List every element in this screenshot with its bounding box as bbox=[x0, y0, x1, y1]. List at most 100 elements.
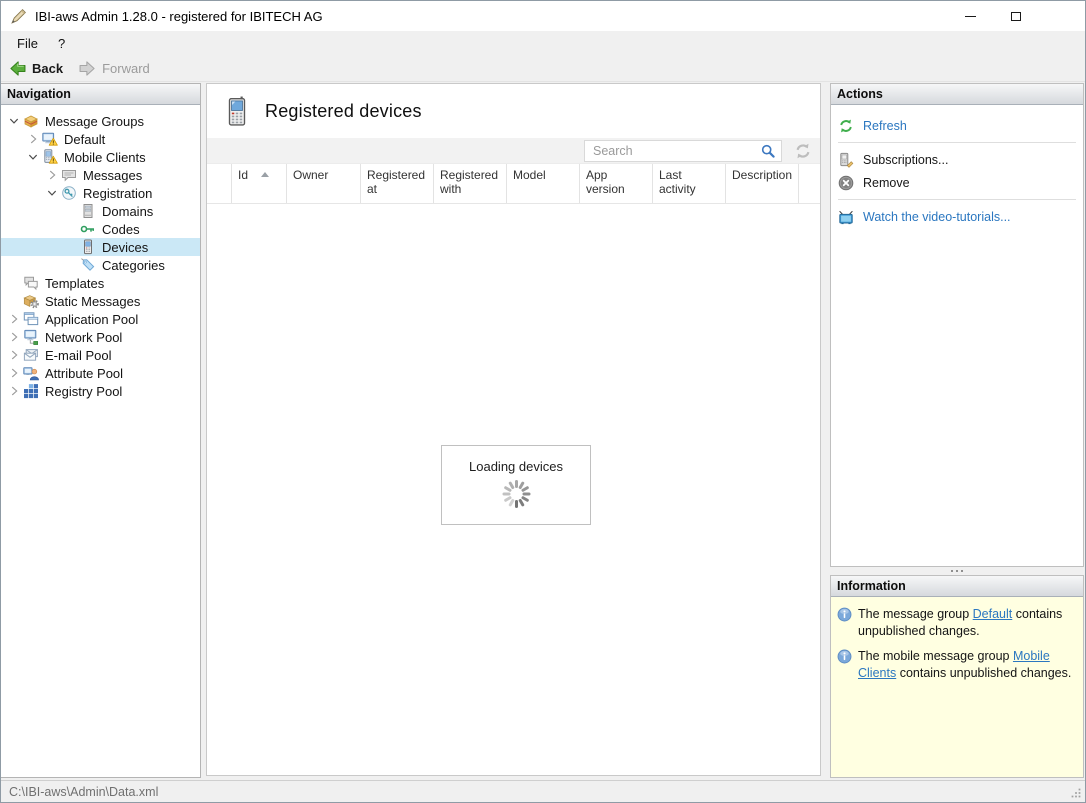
minimize-icon bbox=[965, 16, 976, 17]
templates-icon bbox=[23, 275, 40, 291]
tree-item-e-mail-pool[interactable]: E-mail Pool bbox=[1, 346, 200, 364]
column-header-registered-with[interactable]: Registered with bbox=[434, 164, 507, 203]
monitor-warning-icon bbox=[42, 131, 59, 147]
workspace: Navigation Message GroupsDefaultMobile C… bbox=[1, 83, 1085, 780]
column-header-label: Model bbox=[513, 168, 546, 182]
tree-item-registration[interactable]: Registration bbox=[1, 184, 200, 202]
categories-icon bbox=[80, 257, 97, 273]
refresh-grid-icon[interactable] bbox=[794, 142, 812, 160]
column-header-label: Id bbox=[238, 168, 248, 182]
information-list: The message group Default contains unpub… bbox=[831, 597, 1083, 777]
tree-item-mobile-clients[interactable]: Mobile Clients bbox=[1, 148, 200, 166]
search-input[interactable] bbox=[585, 144, 760, 158]
expander-collapsed-icon[interactable] bbox=[4, 383, 23, 399]
info-text: The mobile message group bbox=[858, 649, 1013, 663]
expander-collapsed-icon[interactable] bbox=[23, 131, 42, 147]
tree-item-network-pool[interactable]: Network Pool bbox=[1, 328, 200, 346]
action-label: Refresh bbox=[863, 119, 907, 133]
registry-pool-icon bbox=[23, 383, 40, 399]
expander-collapsed-icon[interactable] bbox=[4, 365, 23, 381]
remove-icon bbox=[838, 175, 854, 191]
forward-button[interactable]: Forward bbox=[79, 60, 150, 77]
column-header-id[interactable]: Id bbox=[232, 164, 287, 203]
navigation-tree: Message GroupsDefaultMobile ClientsMessa… bbox=[1, 105, 200, 777]
info-message-text: The mobile message group Mobile Clients … bbox=[858, 648, 1075, 681]
expander-expanded-icon[interactable] bbox=[4, 113, 23, 129]
panel-splitter[interactable] bbox=[830, 567, 1084, 575]
grid-toolbar bbox=[207, 138, 820, 164]
column-header-label: Last activity bbox=[659, 168, 719, 197]
tree-item-message-groups[interactable]: Message Groups bbox=[1, 112, 200, 130]
expander-expanded-icon[interactable] bbox=[23, 149, 42, 165]
column-header-app-version[interactable]: App version bbox=[580, 164, 653, 203]
action-refresh[interactable]: Refresh bbox=[831, 114, 1083, 137]
tree-item-default[interactable]: Default bbox=[1, 130, 200, 148]
tree-item-attribute-pool[interactable]: Attribute Pool bbox=[1, 364, 200, 382]
tree-item-label: Categories bbox=[102, 258, 165, 273]
minimize-button[interactable] bbox=[947, 1, 993, 31]
window-title: IBI-aws Admin 1.28.0 - registered for IB… bbox=[35, 9, 323, 24]
tree-item-application-pool[interactable]: Application Pool bbox=[1, 310, 200, 328]
tree-item-domains[interactable]: Domains bbox=[1, 202, 200, 220]
expander-collapsed-icon[interactable] bbox=[4, 311, 23, 327]
card-header: Registered devices bbox=[207, 84, 820, 138]
action-subscriptions[interactable]: Subscriptions... bbox=[831, 148, 1083, 171]
tree-item-label: Application Pool bbox=[45, 312, 138, 327]
column-header-label: App version bbox=[586, 168, 646, 197]
tree-item-label: Devices bbox=[102, 240, 148, 255]
tree-item-codes[interactable]: Codes bbox=[1, 220, 200, 238]
expander-expanded-icon[interactable] bbox=[42, 185, 61, 201]
column-header-label: Owner bbox=[293, 168, 328, 182]
forward-icon bbox=[79, 60, 96, 77]
expander-collapsed-icon[interactable] bbox=[4, 347, 23, 363]
loading-spinner-icon bbox=[500, 478, 532, 510]
action-remove[interactable]: Remove bbox=[831, 171, 1083, 194]
tree-item-registry-pool[interactable]: Registry Pool bbox=[1, 382, 200, 400]
domains-icon bbox=[80, 203, 97, 219]
tree-item-label: Message Groups bbox=[45, 114, 144, 129]
resize-grip-icon[interactable] bbox=[1069, 786, 1083, 800]
navigation-panel: Navigation Message GroupsDefaultMobile C… bbox=[1, 83, 201, 778]
expander-collapsed-icon[interactable] bbox=[42, 167, 61, 183]
mobile-phone-icon bbox=[226, 96, 248, 126]
action-label: Subscriptions... bbox=[863, 153, 948, 167]
title-bar: IBI-aws Admin 1.28.0 - registered for IB… bbox=[1, 1, 1085, 31]
tree-item-label: Registry Pool bbox=[45, 384, 122, 399]
subscriptions-icon bbox=[838, 152, 854, 168]
expander-spacer bbox=[4, 293, 23, 309]
pen-app-icon bbox=[10, 8, 27, 25]
tree-item-devices[interactable]: Devices bbox=[1, 238, 200, 256]
back-button[interactable]: Back bbox=[9, 60, 63, 77]
messages-icon bbox=[61, 167, 78, 183]
refresh-icon bbox=[838, 118, 854, 134]
actions-panel: Actions RefreshSubscriptions...RemoveWat… bbox=[830, 83, 1084, 567]
navigation-header: Navigation bbox=[1, 84, 200, 105]
column-header-description[interactable]: Description bbox=[726, 164, 799, 203]
column-header-registered-at[interactable]: Registered at bbox=[361, 164, 434, 203]
tree-item-label: Domains bbox=[102, 204, 153, 219]
info-message: The mobile message group Mobile Clients … bbox=[837, 648, 1075, 681]
column-header-owner[interactable]: Owner bbox=[287, 164, 361, 203]
tree-item-messages[interactable]: Messages bbox=[1, 166, 200, 184]
info-message-text: The message group Default contains unpub… bbox=[858, 606, 1075, 639]
column-header-model[interactable]: Model bbox=[507, 164, 580, 203]
window-controls bbox=[947, 1, 1085, 31]
action-label: Remove bbox=[863, 176, 910, 190]
tree-item-templates[interactable]: Templates bbox=[1, 274, 200, 292]
search-icon[interactable] bbox=[760, 143, 776, 159]
info-link-default[interactable]: Default bbox=[973, 607, 1013, 621]
menu-item-help[interactable]: ? bbox=[48, 31, 75, 56]
side-column: Actions RefreshSubscriptions...RemoveWat… bbox=[830, 83, 1084, 778]
action-watch-the-video-tutorials[interactable]: Watch the video-tutorials... bbox=[831, 205, 1083, 228]
actions-list: Refresh Subscriptions... Remove Watch the v… bbox=[831, 105, 1083, 566]
information-panel: Information The message group Default co… bbox=[830, 575, 1084, 778]
expander-spacer bbox=[61, 239, 80, 255]
tree-item-categories[interactable]: Categories bbox=[1, 256, 200, 274]
expander-collapsed-icon[interactable] bbox=[4, 329, 23, 345]
close-button[interactable] bbox=[1039, 1, 1085, 31]
tree-item-static-messages[interactable]: Static Messages bbox=[1, 292, 200, 310]
maximize-button[interactable] bbox=[993, 1, 1039, 31]
loading-overlay: Loading devices bbox=[441, 445, 591, 525]
menu-item-file[interactable]: File bbox=[7, 31, 48, 56]
column-header-last-activity[interactable]: Last activity bbox=[653, 164, 726, 203]
